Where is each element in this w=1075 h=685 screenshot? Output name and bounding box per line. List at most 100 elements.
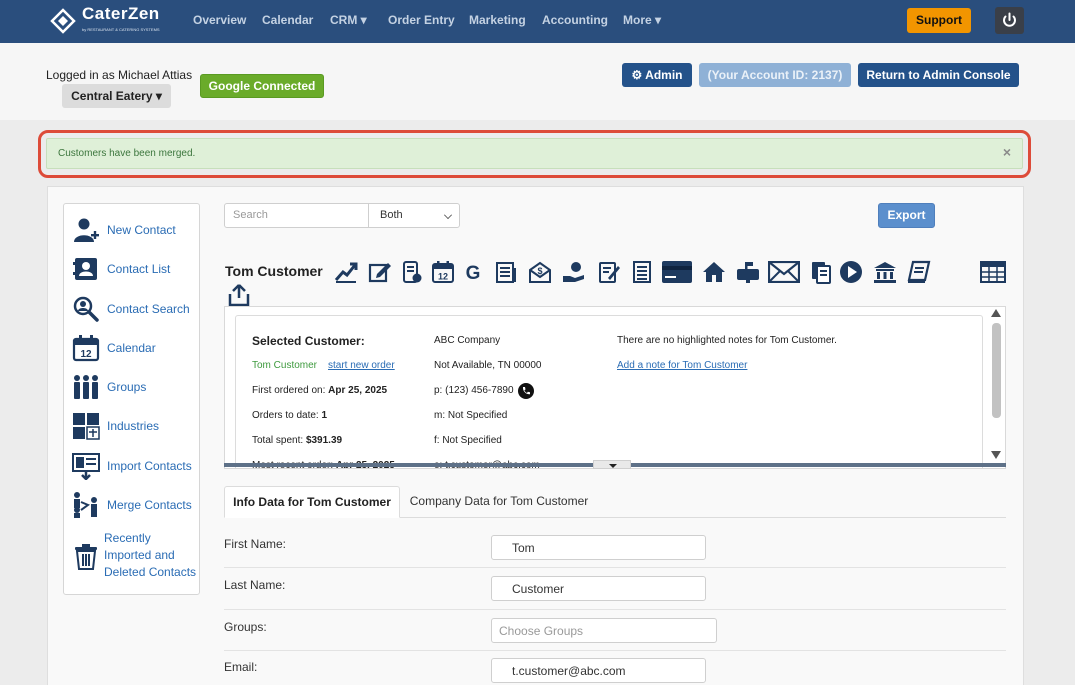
sales-chart-icon[interactable] — [334, 260, 358, 284]
phone-call-icon[interactable] — [518, 383, 534, 399]
user-search-icon — [73, 296, 99, 322]
import-contacts-icon — [72, 453, 100, 480]
sidebar-item-label: Import Contacts — [107, 458, 192, 473]
edit-icon[interactable] — [368, 260, 392, 284]
search-input[interactable]: Search — [224, 203, 369, 228]
nav-calendar[interactable]: Calendar — [262, 13, 313, 27]
nav-more[interactable]: More ▾ — [623, 13, 661, 27]
nav-overview[interactable]: Overview — [193, 13, 246, 27]
start-new-order-link[interactable]: start new order — [328, 360, 395, 371]
sidebar-item-label: Groups — [107, 379, 147, 394]
customer-info-card: Selected Customer: Tom Customer start ne… — [235, 315, 983, 468]
brand-tagline: by RESTAURANT & CATERING SYSTEMS — [82, 26, 160, 32]
orders-row: Orders to date: 1 — [252, 410, 327, 421]
ledger-icon[interactable] — [494, 260, 518, 284]
export-button[interactable]: Export — [878, 203, 935, 228]
share-icon[interactable] — [227, 283, 251, 307]
sidebar-item-recently-deleted[interactable]: Recently Imported and Deleted Contacts — [72, 530, 197, 581]
top-nav: CaterZen by RESTAURANT & CATERING SYSTEM… — [0, 0, 1075, 43]
scroll-up-arrow-icon[interactable] — [991, 309, 1001, 317]
customer-name: Tom Customer — [225, 263, 323, 279]
nav-accounting[interactable]: Accounting — [542, 13, 608, 27]
envelope-icon[interactable] — [768, 261, 800, 283]
svg-text:12: 12 — [80, 349, 92, 360]
copy-document-icon[interactable] — [809, 260, 833, 284]
first-ordered-label: First ordered on: — [252, 385, 326, 396]
sidebar-item-merge-contacts[interactable]: Merge Contacts — [72, 491, 197, 519]
sidebar-item-groups[interactable]: Groups — [72, 373, 197, 401]
first-ordered-row: First ordered on: Apr 25, 2025 — [252, 385, 387, 396]
tab-company-data[interactable]: Company Data for Tom Customer — [401, 486, 597, 518]
sidebar-item-label: New Contact — [107, 222, 176, 237]
invoice-mail-icon[interactable]: $ — [528, 260, 552, 284]
payment-hand-icon[interactable] — [562, 260, 586, 284]
first-name-field[interactable]: Tom — [491, 535, 706, 560]
orders-label: Orders to date: — [252, 410, 319, 421]
store-dropdown[interactable]: Central Eatery ▾ — [62, 84, 171, 108]
trash-icon — [75, 543, 97, 570]
mailbox-icon[interactable] — [736, 260, 760, 284]
sidebar-item-contact-list[interactable]: Contact List — [72, 255, 197, 283]
close-icon[interactable]: × — [1003, 144, 1011, 160]
first-name-label: First Name: — [224, 537, 287, 551]
receipt-icon[interactable] — [400, 260, 424, 284]
info-scrollbar-thumb[interactable] — [992, 323, 1001, 418]
groups-select[interactable]: Choose Groups — [491, 618, 717, 643]
sidebar-item-import-contacts[interactable]: Import Contacts — [72, 452, 197, 480]
search-scope-select[interactable]: Both — [368, 203, 460, 228]
power-icon — [1003, 12, 1016, 27]
sidebar-item-industries[interactable]: Industries — [72, 412, 197, 440]
return-admin-console-button[interactable]: Return to Admin Console — [858, 63, 1019, 87]
home-icon[interactable] — [702, 260, 726, 284]
address-text: Not Available, TN 00000 — [434, 360, 542, 371]
sidebar-item-calendar[interactable]: 12 Calendar — [72, 334, 197, 362]
customer-name-link[interactable]: Tom Customer — [252, 360, 317, 371]
scroll-down-arrow-icon[interactable] — [991, 451, 1001, 459]
selected-customer-heading: Selected Customer: — [252, 334, 365, 348]
form-divider — [224, 567, 1006, 568]
spreadsheet-icon[interactable] — [630, 260, 654, 284]
account-id-button: (Your Account ID: 2137) — [699, 63, 851, 87]
sidebar-item-label: Calendar — [107, 340, 156, 355]
caterzen-logo[interactable]: CaterZen by RESTAURANT & CATERING SYSTEM… — [50, 5, 160, 34]
svg-text:G: G — [466, 263, 481, 284]
support-button[interactable]: Support — [907, 8, 971, 33]
table-view-icon[interactable] — [980, 260, 1006, 284]
tab-info-data[interactable]: Info Data for Tom Customer — [224, 486, 400, 518]
logged-in-text: Logged in as Michael Attias — [46, 68, 193, 82]
sidebar-item-new-contact[interactable]: New Contact — [72, 216, 197, 244]
play-icon[interactable] — [839, 260, 863, 284]
last-name-field[interactable]: Customer — [491, 576, 706, 601]
collapse-handle-icon[interactable] — [593, 460, 631, 469]
orders-value: 1 — [321, 410, 328, 421]
sidebar-item-contact-search[interactable]: Contact Search — [72, 295, 197, 323]
nav-crm[interactable]: CRM ▾ — [330, 13, 367, 27]
contact-card-icon — [73, 258, 97, 280]
signed-document-icon[interactable] — [597, 260, 621, 284]
nav-order-entry[interactable]: Order Entry — [388, 13, 455, 27]
mobile-text: m: Not Specified — [434, 410, 508, 421]
chevron-down-icon — [444, 211, 452, 219]
success-alert: Customers have been merged. × — [46, 138, 1023, 169]
alert-message: Customers have been merged. — [58, 148, 196, 159]
sidebar-item-label: Contact List — [107, 261, 171, 276]
google-connected-button[interactable]: Google Connected — [200, 74, 324, 98]
logout-button[interactable] — [995, 7, 1024, 34]
sidebar-item-label: Contact Search — [107, 301, 190, 316]
sidebar-item-label: Merge Contacts — [107, 497, 192, 512]
nav-marketing[interactable]: Marketing — [469, 13, 526, 27]
bank-icon[interactable] — [873, 260, 897, 284]
sidebar-item-label: Recently Imported and Deleted Contacts — [104, 531, 197, 579]
admin-button[interactable]: ⚙ Admin — [622, 63, 692, 87]
industries-icon — [73, 413, 100, 440]
spent-row: Total spent: $391.39 — [252, 435, 342, 446]
book-icon[interactable] — [907, 260, 931, 284]
fax-text: f: Not Specified — [434, 435, 502, 446]
email-field[interactable]: t.customer@abc.com — [491, 658, 706, 683]
calendar-icon[interactable]: 12 — [431, 260, 455, 284]
add-note-link[interactable]: Add a note for Tom Customer — [617, 360, 747, 371]
google-icon[interactable]: G — [461, 260, 485, 284]
highlighted-notes-text: There are no highlighted notes for Tom C… — [617, 335, 837, 346]
form-divider — [224, 650, 1006, 651]
credit-card-icon[interactable] — [662, 261, 692, 283]
